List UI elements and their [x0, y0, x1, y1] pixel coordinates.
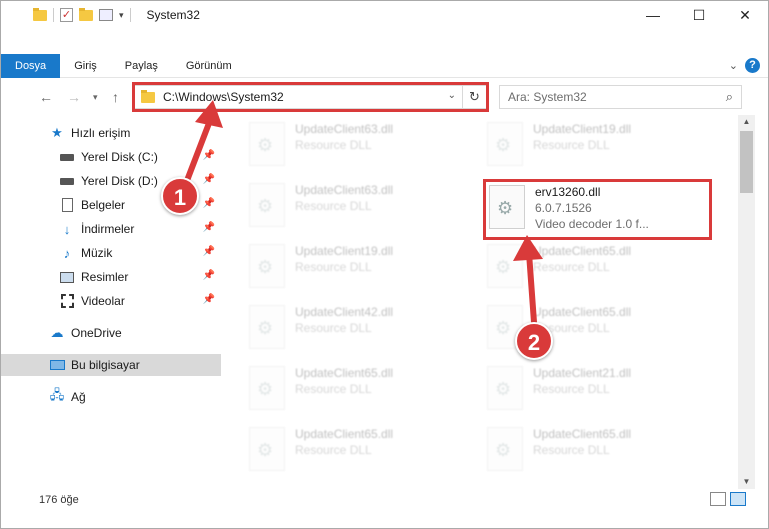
dll-file-icon: ⚙	[249, 305, 285, 349]
drive-icon	[59, 150, 75, 164]
tab-home[interactable]: Giriş	[60, 54, 111, 78]
star-icon: ★	[51, 125, 63, 140]
computer-icon	[49, 358, 65, 372]
sidebar-item-videos[interactable]: Videolar 📌	[1, 290, 221, 312]
scroll-down-icon[interactable]: ▼	[738, 475, 755, 489]
maximize-button[interactable]: ☐	[676, 1, 722, 29]
sidebar-item-label: Yerel Disk (C:)	[81, 150, 158, 164]
callout-badge-1: 1	[161, 177, 199, 215]
drive-icon	[59, 174, 75, 188]
tab-view[interactable]: Görünüm	[172, 54, 246, 78]
pin-icon[interactable]: 📌	[203, 222, 215, 233]
dll-file-icon: ⚙	[487, 366, 523, 410]
sidebar-item-label: İndirmeler	[81, 222, 135, 236]
scroll-thumb[interactable]	[740, 131, 753, 193]
search-input[interactable]: Ara: System32 ⌕	[499, 85, 742, 109]
window-title: System32	[146, 8, 200, 22]
customize-toolbar-dropdown-icon[interactable]: ▾	[119, 10, 124, 21]
dll-file-icon: ⚙	[487, 122, 523, 166]
vertical-scrollbar[interactable]: ▲ ▼	[738, 115, 755, 489]
sidebar-item-music[interactable]: ♪ Müzik 📌	[1, 242, 221, 264]
pin-icon[interactable]: 📌	[203, 270, 215, 281]
sidebar-item-label: Müzik	[81, 246, 113, 260]
file-item[interactable]: ⚙ UpdateClient63.dll Resource DLL	[249, 119, 479, 171]
pin-icon[interactable]: 📌	[203, 294, 215, 305]
tab-share[interactable]: Paylaş	[111, 54, 172, 78]
status-bar: 176 öğe	[1, 489, 768, 511]
file-item[interactable]: ⚙ UpdateClient42.dll Resource DLL	[249, 302, 479, 354]
file-item[interactable]: ⚙ UpdateClient19.dll Resource DLL	[487, 119, 717, 171]
file-list: ⚙ UpdateClient63.dll Resource DLL ⚙ Updat…	[223, 119, 737, 489]
cloud-icon: ☁	[50, 325, 64, 340]
file-item[interactable]: ⚙ UpdateClient21.dll Resource DLL	[487, 363, 717, 415]
sidebar-item-pictures[interactable]: Resimler 📌	[1, 266, 221, 288]
folder-icon	[33, 7, 47, 21]
sidebar-item-label: Hızlı erişim	[71, 126, 131, 140]
sidebar-item-label: Yerel Disk (D:)	[81, 174, 158, 188]
quick-access-toolbar: ✓ ▾ System32	[1, 7, 200, 22]
details-view-icon[interactable]	[710, 492, 726, 506]
file-item[interactable]: ⚙ UpdateClient65.dll Resource DLL	[487, 424, 717, 476]
view-options-icon[interactable]	[99, 9, 113, 21]
search-icon[interactable]: ⌕	[726, 89, 733, 105]
large-icons-view-icon[interactable]	[730, 492, 746, 506]
forward-arrow-icon[interactable]: →	[67, 89, 81, 105]
properties-check-icon[interactable]: ✓	[60, 8, 73, 22]
file-item[interactable]: ⚙ UpdateClient63.dll Resource DLL	[249, 180, 479, 232]
video-icon	[59, 294, 75, 308]
new-folder-icon[interactable]	[79, 7, 93, 21]
close-button[interactable]: ✕	[722, 1, 768, 29]
pictures-icon	[59, 270, 75, 284]
dll-file-icon: ⚙	[249, 244, 285, 288]
help-button[interactable]: ?	[745, 58, 760, 73]
music-icon: ♪	[63, 245, 71, 261]
document-icon	[59, 198, 75, 212]
sidebar-item-label: OneDrive	[71, 326, 122, 340]
sidebar-item-label: Videolar	[81, 294, 125, 308]
sidebar-item-this-pc[interactable]: Bu bilgisayar	[1, 354, 221, 376]
sidebar-item-onedrive[interactable]: ☁ OneDrive	[1, 322, 221, 344]
item-count: 176 öğe	[39, 494, 79, 506]
sidebar-item-label: Ağ	[71, 390, 86, 404]
recent-locations-icon[interactable]: ▾	[93, 92, 98, 103]
scroll-up-icon[interactable]: ▲	[738, 115, 755, 129]
search-placeholder: Ara: System32	[508, 90, 587, 104]
pin-icon[interactable]: 📌	[203, 246, 215, 257]
dll-file-icon: ⚙	[249, 366, 285, 410]
dll-file-icon: ⚙	[487, 427, 523, 471]
explorer-window: ✓ ▾ System32 — ☐ ✕ Dosya Giriş Paylaş Gö…	[0, 0, 769, 529]
dll-file-icon: ⚙	[249, 427, 285, 471]
back-arrow-icon[interactable]: ←	[39, 89, 53, 105]
file-item[interactable]: ⚙ UpdateClient65.dll Resource DLL	[249, 363, 479, 415]
sidebar-item-label: Belgeler	[81, 198, 126, 212]
file-item[interactable]: ⚙ UpdateClient19.dll Resource DLL	[249, 241, 479, 293]
sidebar-item-label: Resimler	[81, 270, 129, 284]
dll-file-icon: ⚙	[249, 122, 285, 166]
download-icon: ↓	[63, 221, 71, 237]
sidebar-item-label: Bu bilgisayar	[71, 358, 140, 372]
tab-file[interactable]: Dosya	[1, 54, 61, 78]
expand-ribbon-icon[interactable]: ⌄	[729, 59, 738, 72]
file-item[interactable]: ⚙ UpdateClient65.dll Resource DLL	[249, 424, 479, 476]
sidebar-item-network[interactable]: 🖧 Ağ	[1, 386, 221, 408]
callout-badge-2: 2	[515, 322, 553, 360]
dll-file-icon: ⚙	[249, 183, 285, 227]
up-arrow-icon[interactable]: ↑	[112, 89, 119, 105]
network-icon: 🖧	[49, 387, 65, 402]
minimize-button[interactable]: —	[630, 1, 676, 29]
ribbon: Dosya Giriş Paylaş Görünüm ⌄ ?	[1, 54, 768, 78]
sidebar-item-downloads[interactable]: ↓ İndirmeler 📌	[1, 218, 221, 240]
title-bar: ✓ ▾ System32 — ☐ ✕	[1, 1, 768, 29]
